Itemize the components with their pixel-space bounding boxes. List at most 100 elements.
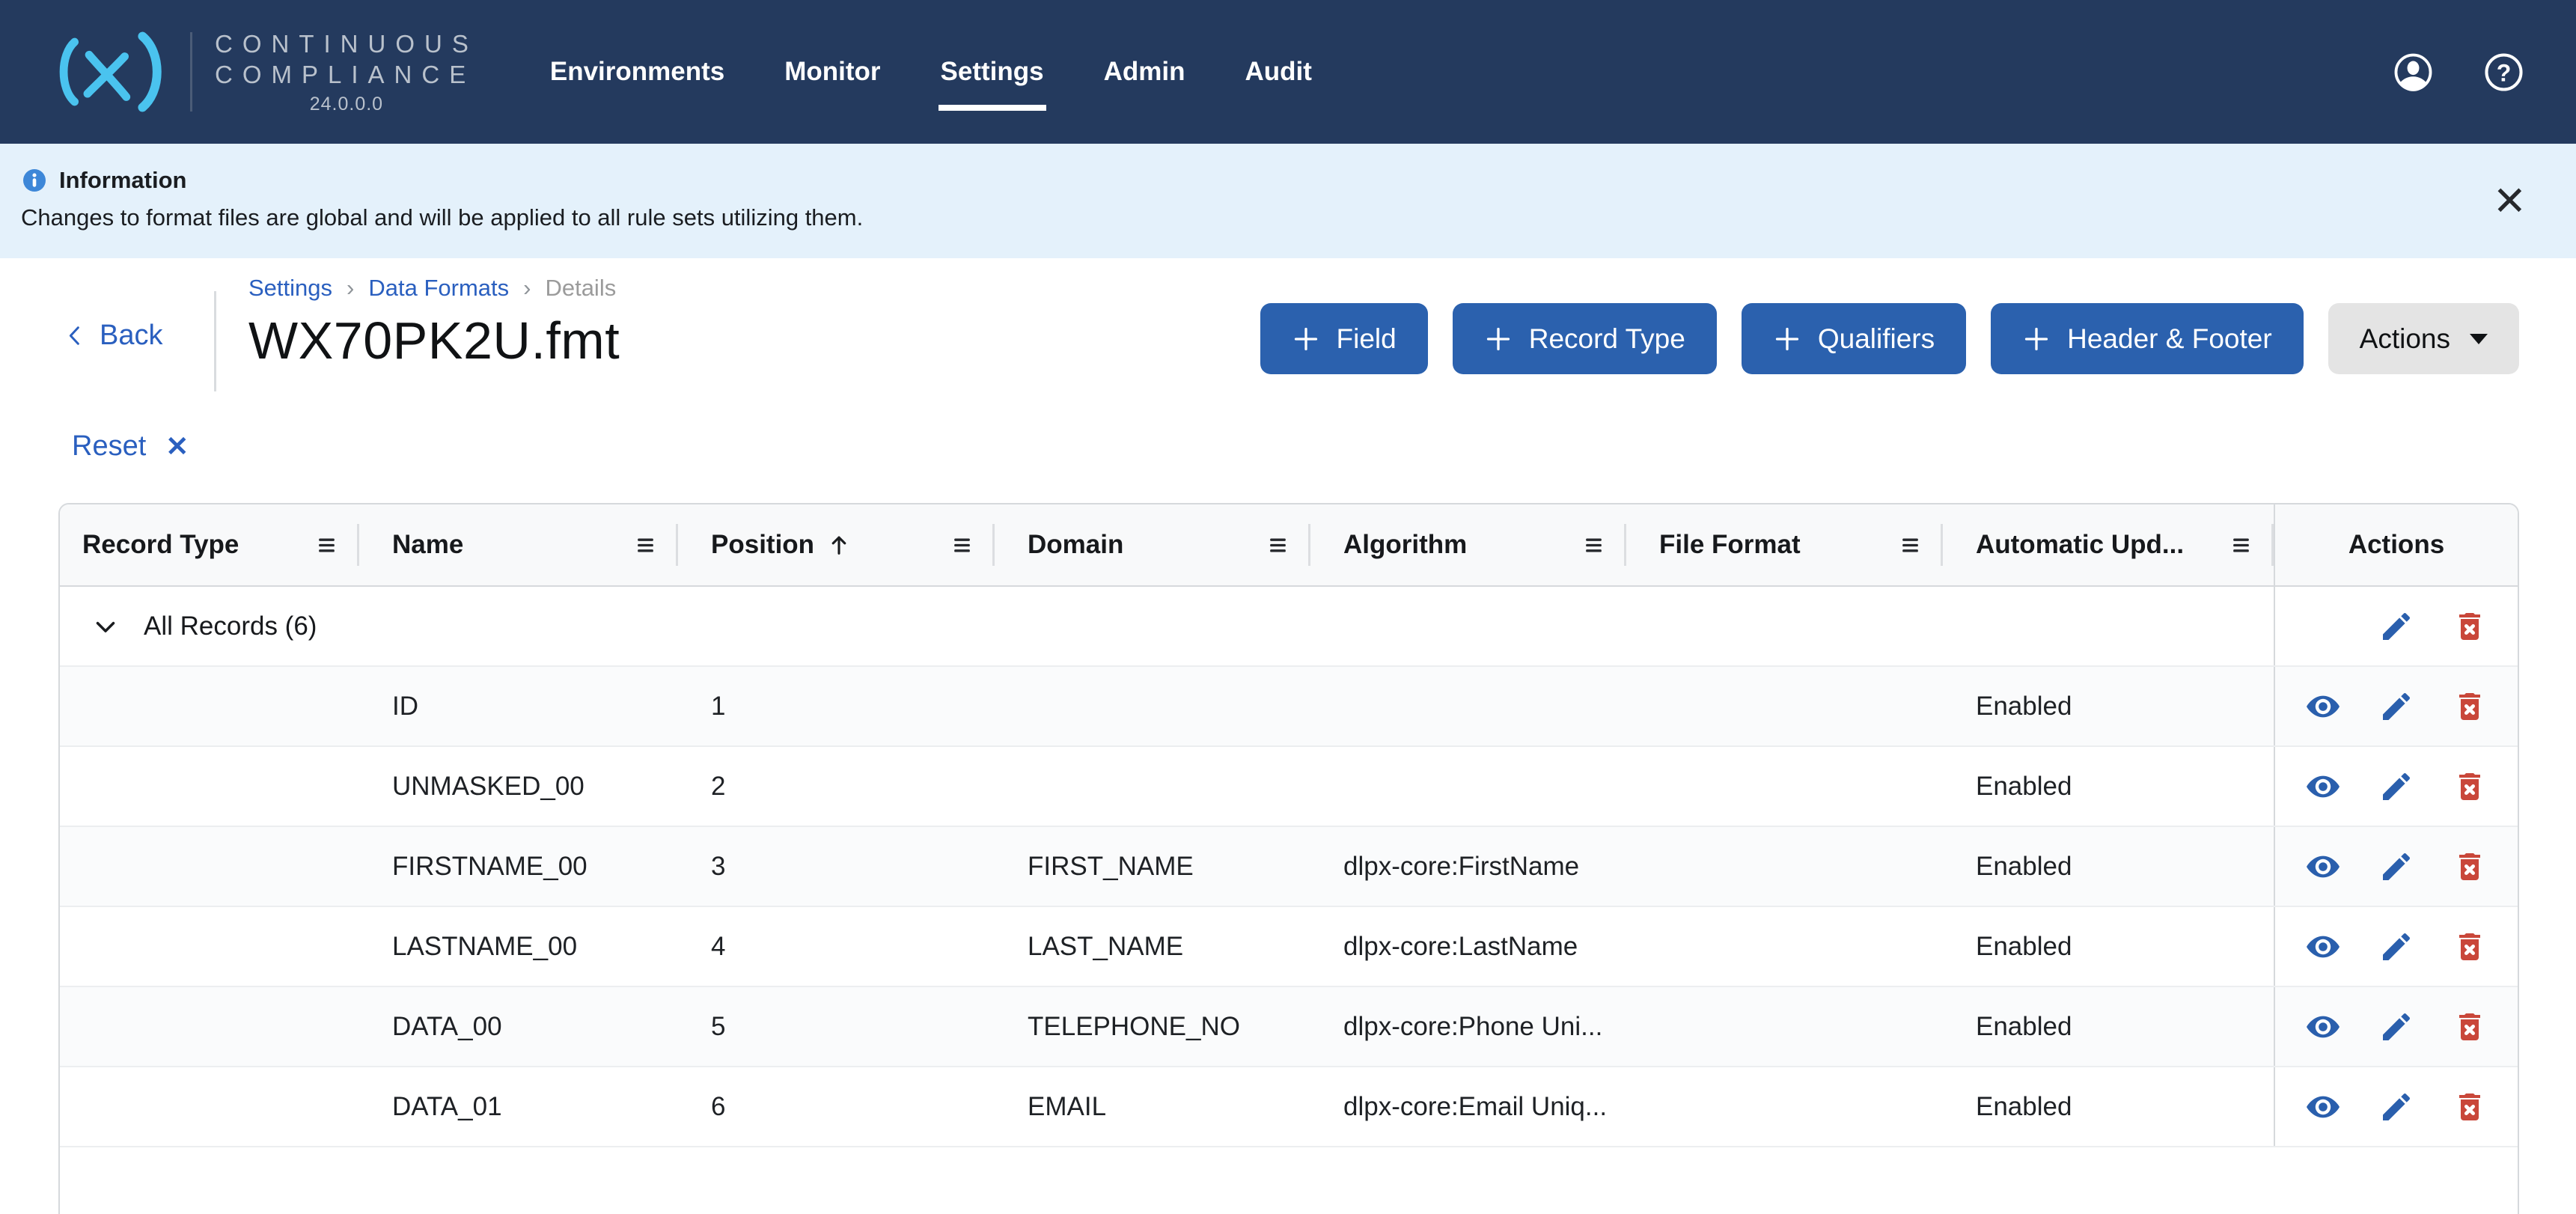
cell-name: DATA_01 (359, 1067, 678, 1146)
cell-name: FIRSTNAME_00 (359, 827, 678, 906)
cell-auto-update: Enabled (1943, 747, 2274, 826)
column-header-domain[interactable]: Domain (995, 504, 1310, 585)
edit-button[interactable] (2378, 1089, 2414, 1125)
view-button[interactable] (2305, 769, 2341, 805)
nav-item-environments[interactable]: Environments (550, 57, 724, 87)
column-header-actions: Actions (2274, 504, 2518, 585)
cell-domain (995, 667, 1310, 745)
column-label: Automatic Upd... (1976, 530, 2184, 560)
column-header-name[interactable]: Name (359, 504, 678, 585)
view-button[interactable] (2305, 689, 2341, 725)
column-menu-icon[interactable] (1581, 534, 1607, 557)
banner-close-icon[interactable]: ✕ (2493, 181, 2527, 222)
column-menu-icon[interactable] (632, 534, 659, 557)
delete-button[interactable] (2452, 769, 2488, 805)
delete-button[interactable] (2452, 1089, 2488, 1125)
reset-label: Reset (72, 430, 146, 463)
page-title: WX70PK2U.fmt (248, 311, 620, 370)
actions-dropdown-button[interactable]: Actions (2328, 303, 2519, 374)
view-button[interactable] (2305, 929, 2341, 965)
column-label: Position (711, 530, 814, 560)
add-record-type-button[interactable]: Record Type (1453, 303, 1717, 374)
cell-position: 6 (678, 1067, 995, 1146)
caret-down-icon (2470, 334, 2488, 344)
column-menu-icon[interactable] (1897, 534, 1923, 557)
nav-item-admin[interactable]: Admin (1104, 57, 1185, 87)
cell-position: 5 (678, 987, 995, 1066)
edit-button[interactable] (2378, 849, 2414, 885)
cell-record-type (60, 907, 359, 986)
brand-version: 24.0.0.0 (215, 94, 478, 115)
column-header-record-type[interactable]: Record Type (60, 504, 359, 585)
view-button[interactable] (2305, 1009, 2341, 1045)
back-button[interactable]: Back (61, 320, 162, 352)
view-button[interactable] (2305, 849, 2341, 885)
banner-message: Changes to format files are global and w… (21, 204, 2576, 231)
app-logo[interactable]: CONTINUOUS COMPLIANCE 24.0.0.0 (48, 28, 478, 115)
edit-button[interactable] (2378, 1009, 2414, 1045)
breadcrumb-data-formats[interactable]: Data Formats (368, 275, 509, 302)
column-menu-icon[interactable] (2228, 534, 2254, 557)
app-header: CONTINUOUS COMPLIANCE 24.0.0.0 Environme… (0, 0, 2576, 144)
delete-button[interactable] (2452, 608, 2488, 644)
breadcrumb-settings[interactable]: Settings (248, 275, 332, 302)
column-header-algorithm[interactable]: Algorithm (1310, 504, 1626, 585)
edit-button[interactable] (2378, 689, 2414, 725)
column-header-position[interactable]: Position (678, 504, 995, 585)
cell-actions (2274, 587, 2518, 665)
edit-button[interactable] (2378, 769, 2414, 805)
edit-button[interactable] (2378, 929, 2414, 965)
add-field-label: Field (1337, 323, 1397, 355)
clear-icon: ✕ (165, 430, 189, 463)
cell-file-format (1626, 827, 1943, 906)
reset-filter-button[interactable]: Reset ✕ (72, 430, 189, 463)
cell-domain: FIRST_NAME (995, 827, 1310, 906)
brand-text: CONTINUOUS COMPLIANCE 24.0.0.0 (215, 28, 478, 115)
cell-algorithm: dlpx-core:LastName (1310, 907, 1626, 986)
cell-algorithm (1310, 747, 1626, 826)
cell-position: 3 (678, 827, 995, 906)
delete-button[interactable] (2452, 929, 2488, 965)
add-qualifiers-label: Qualifiers (1818, 323, 1935, 355)
breadcrumb-separator: › (523, 275, 531, 302)
cell-domain: EMAIL (995, 1067, 1310, 1146)
view-button[interactable] (2305, 1089, 2341, 1125)
column-menu-icon[interactable] (1265, 534, 1291, 557)
column-header-automatic-update[interactable]: Automatic Upd... (1943, 504, 2274, 585)
cell-record-type (60, 747, 359, 826)
cell-record-type (60, 1067, 359, 1146)
cell-file-format (1626, 747, 1943, 826)
user-profile-icon[interactable] (2392, 51, 2435, 94)
header-actions (2392, 51, 2525, 94)
edit-button[interactable] (2378, 608, 2414, 644)
cell-name: ID (359, 667, 678, 745)
delete-button[interactable] (2452, 689, 2488, 725)
table-header-row: Record Type Name Position Domain Algorit… (60, 504, 2518, 587)
nav-item-audit[interactable]: Audit (1245, 57, 1312, 87)
add-header-footer-button[interactable]: Header & Footer (1991, 303, 2304, 374)
table-row: ID 1 Enabled (60, 667, 2518, 747)
cell-actions (2274, 1067, 2518, 1146)
column-menu-icon[interactable] (949, 534, 975, 557)
cell-name: LASTNAME_00 (359, 907, 678, 986)
chevron-down-icon[interactable] (90, 611, 121, 642)
add-field-button[interactable]: Field (1260, 303, 1428, 374)
add-qualifiers-button[interactable]: Qualifiers (1742, 303, 1966, 374)
delete-button[interactable] (2452, 849, 2488, 885)
table-row: LASTNAME_00 4 LAST_NAME dlpx-core:LastNa… (60, 907, 2518, 987)
delete-button[interactable] (2452, 1009, 2488, 1045)
cell-algorithm: dlpx-core:FirstName (1310, 827, 1626, 906)
nav-item-monitor[interactable]: Monitor (784, 57, 880, 87)
breadcrumb-separator: › (347, 275, 354, 302)
title-divider (214, 291, 216, 391)
cell-auto-update: Enabled (1943, 1067, 2274, 1146)
help-icon[interactable] (2482, 51, 2525, 94)
column-header-file-format[interactable]: File Format (1626, 504, 1943, 585)
nav-item-settings[interactable]: Settings (941, 57, 1044, 87)
cell-domain (995, 747, 1310, 826)
add-header-footer-label: Header & Footer (2067, 323, 2272, 355)
group-label: All Records (6) (144, 611, 317, 641)
actions-label: Actions (2360, 323, 2450, 355)
cell-file-format (1626, 1067, 1943, 1146)
column-menu-icon[interactable] (314, 534, 340, 557)
